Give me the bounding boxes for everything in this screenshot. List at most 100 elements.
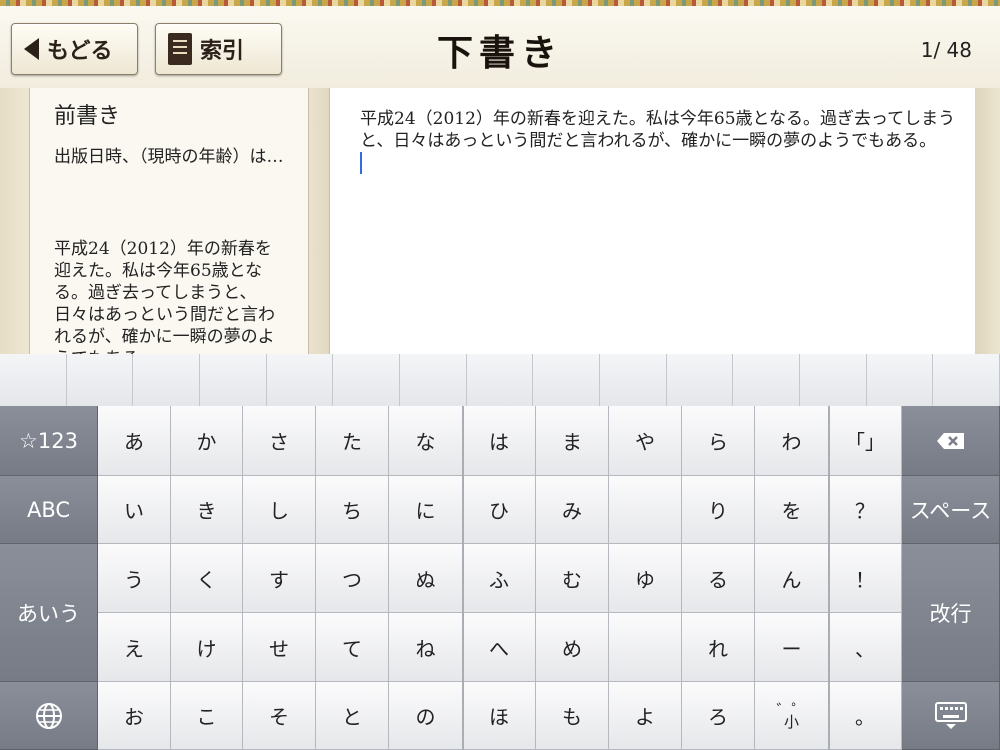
abc-key[interactable]: ABC <box>0 476 98 544</box>
kana-key-4-6[interactable]: も <box>536 682 609 750</box>
kana-key-2-10[interactable]: ！ <box>829 544 902 613</box>
kana-key-3-1[interactable]: け <box>171 613 243 682</box>
kana-key-3-8[interactable]: れ <box>682 613 755 682</box>
kana-key-3-2[interactable]: せ <box>243 613 316 682</box>
hide-keyboard-key[interactable] <box>902 682 1000 750</box>
kana-key-1-10[interactable]: ？ <box>829 476 902 544</box>
index-button[interactable]: 索引 <box>155 23 282 75</box>
page-counter: 1/ 48 <box>920 38 972 62</box>
kana-key-1-0[interactable]: い <box>98 476 171 544</box>
kana-key-4-10[interactable]: 。 <box>829 682 902 750</box>
dakuten-label: ゛゜小 <box>776 702 806 731</box>
kana-key-1-9[interactable]: を <box>755 476 829 544</box>
kana-key-3-5[interactable]: へ <box>463 613 536 682</box>
chapter-preview-text: 平成24（2012）年の新春を迎えた。私は今年65歳となる。過ぎ去ってしまうと、… <box>54 239 275 354</box>
kana-key-4-1[interactable]: こ <box>171 682 243 750</box>
kana-key-0-1[interactable]: か <box>171 406 243 476</box>
kana-key-0-2[interactable]: さ <box>243 406 316 476</box>
kana-key-2-4[interactable]: ぬ <box>389 544 463 613</box>
candidate-slot <box>933 354 1000 406</box>
backspace-icon <box>936 432 964 449</box>
backspace-key[interactable] <box>902 406 1000 476</box>
kana-key-2-7[interactable]: ゆ <box>609 544 682 613</box>
editor-content[interactable]: 平成24（2012）年の新春を迎えた。私は今年65歳となる。過ぎ去ってしまうと、… <box>360 108 960 176</box>
numbers-key[interactable]: ☆123 <box>0 406 98 476</box>
kana-key-0-9[interactable]: わ <box>755 406 829 476</box>
kana-key-2-0[interactable]: う <box>98 544 171 613</box>
kana-key-3-4[interactable]: ね <box>389 613 463 682</box>
book-icon <box>168 33 192 65</box>
empty-key <box>609 476 682 544</box>
kana-key-2-2[interactable]: す <box>243 544 316 613</box>
kana-key-1-4[interactable]: に <box>389 476 463 544</box>
kana-key-1-8[interactable]: り <box>682 476 755 544</box>
return-key[interactable]: 改行 <box>902 544 1000 682</box>
space-key[interactable]: スペース <box>902 476 1000 544</box>
kana-key-2-8[interactable]: る <box>682 544 755 613</box>
candidate-slot <box>467 354 534 406</box>
kana-key-2-9[interactable]: ん <box>755 544 829 613</box>
key-group-divider <box>462 406 464 750</box>
japanese-keyboard: ☆123 ABC あいう スペース 改行 あかさたなはまやらわ「」いきしちにひみ… <box>0 354 1000 750</box>
candidate-slot <box>800 354 867 406</box>
text-caret <box>360 152 362 174</box>
chapter-preview-panel[interactable]: 前書き 出版日時、（現時の年齢）は… 平成24（2012）年の新春を迎えた。私は… <box>29 88 309 354</box>
kana-key-4-5[interactable]: ほ <box>463 682 536 750</box>
candidate-slot <box>867 354 934 406</box>
kana-key-4-7[interactable]: よ <box>609 682 682 750</box>
editor-text: 平成24（2012）年の新春を迎えた。私は今年65歳となる。過ぎ去ってしまうと、… <box>360 109 956 151</box>
kana-key-3-0[interactable]: え <box>98 613 171 682</box>
kana-key-0-5[interactable]: は <box>463 406 536 476</box>
kana-key-4-0[interactable]: お <box>98 682 171 750</box>
kana-key-1-1[interactable]: き <box>171 476 243 544</box>
kana-key[interactable]: あいう <box>0 544 98 682</box>
candidate-slot <box>733 354 801 406</box>
kana-key-1-2[interactable]: し <box>243 476 316 544</box>
kana-key-0-6[interactable]: ま <box>536 406 609 476</box>
keyboard-hide-icon <box>934 701 967 729</box>
page-title: 下書き <box>436 32 563 74</box>
globe-icon <box>35 702 62 729</box>
kana-key-2-1[interactable]: く <box>171 544 243 613</box>
small-kana-mark: 小 <box>783 712 799 731</box>
kana-key-2-3[interactable]: つ <box>316 544 389 613</box>
arrow-left-icon <box>24 38 39 60</box>
kana-key-3-9[interactable]: ー <box>755 613 829 682</box>
kana-key-4-8[interactable]: ろ <box>682 682 755 750</box>
back-button[interactable]: もどる <box>11 23 138 75</box>
kana-key-0-3[interactable]: た <box>316 406 389 476</box>
candidate-slot <box>600 354 667 406</box>
header-bar: もどる 索引 下書き 1/ 48 <box>0 6 1000 89</box>
chapter-title: 前書き <box>54 104 121 129</box>
candidate-slot <box>67 354 134 406</box>
key-group-divider <box>828 406 830 750</box>
kana-key-0-8[interactable]: ら <box>682 406 755 476</box>
candidate-slot <box>333 354 401 406</box>
kana-key-3-3[interactable]: て <box>316 613 389 682</box>
candidate-slot <box>400 354 467 406</box>
kana-key-3-10[interactable]: 、 <box>829 613 902 682</box>
candidate-slot <box>133 354 201 406</box>
candidate-slot <box>0 354 67 406</box>
kana-key-2-6[interactable]: む <box>536 544 609 613</box>
kana-key-3-6[interactable]: め <box>536 613 609 682</box>
kana-key-4-3[interactable]: と <box>316 682 389 750</box>
index-button-label: 索引 <box>200 38 245 64</box>
kana-key-1-6[interactable]: み <box>536 476 609 544</box>
kana-key-0-0[interactable]: あ <box>98 406 171 476</box>
kana-key-1-5[interactable]: ひ <box>463 476 536 544</box>
kana-key-1-3[interactable]: ち <box>316 476 389 544</box>
kana-key-0-10[interactable]: 「」 <box>829 406 902 476</box>
candidate-slot <box>533 354 601 406</box>
back-button-label: もどる <box>47 38 113 64</box>
kana-key-4-2[interactable]: そ <box>243 682 316 750</box>
candidate-slot <box>667 354 734 406</box>
kana-key-2-5[interactable]: ふ <box>463 544 536 613</box>
globe-key[interactable] <box>0 682 98 750</box>
text-editor[interactable]: 平成24（2012）年の新春を迎えた。私は今年65歳となる。過ぎ去ってしまうと、… <box>329 88 976 354</box>
kana-key-4-4[interactable]: の <box>389 682 463 750</box>
dakuten-key[interactable]: ゛゜小 <box>755 682 829 750</box>
candidate-slot <box>267 354 334 406</box>
kana-key-0-4[interactable]: な <box>389 406 463 476</box>
kana-key-0-7[interactable]: や <box>609 406 682 476</box>
